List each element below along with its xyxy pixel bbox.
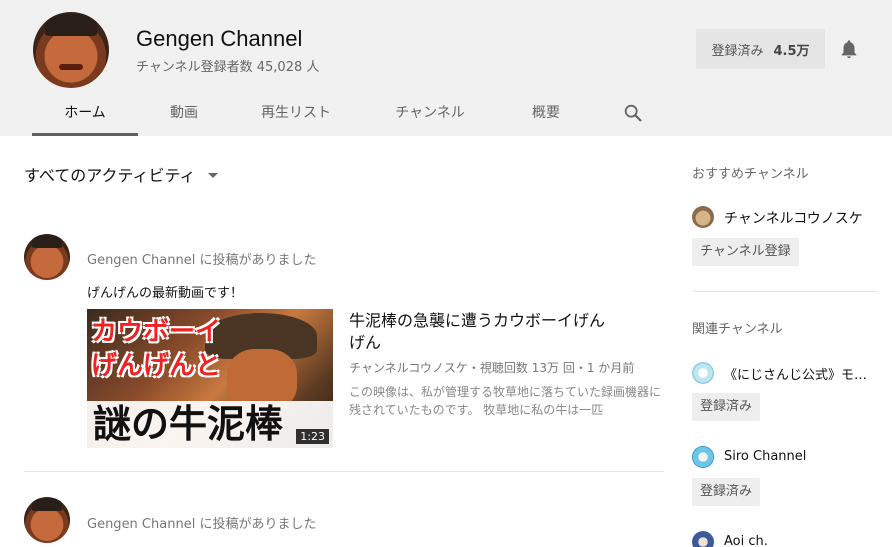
featured-channel-name[interactable]: チャンネルコウノスケ (724, 208, 863, 228)
post-author-avatar[interactable] (24, 497, 70, 543)
post-author[interactable]: Gengen Channel (87, 517, 195, 532)
channel-name: Gengen Channel (136, 26, 303, 51)
related-channel-name[interactable]: 《にじさんじ公式》モ… (724, 364, 867, 383)
video-description: この映像は、私が管理する牧草地に落ちていた録画機器に残されていたものです。 牧草… (349, 385, 662, 417)
tab-channels[interactable]: チャンネル (392, 100, 468, 136)
subscribed-label: 登録済み (711, 43, 764, 59)
bell-icon[interactable] (838, 38, 860, 60)
activity-filter-dropdown[interactable]: すべてのアクティビティ (24, 162, 218, 186)
thumbnail-text-2: げんげんと (91, 351, 222, 381)
featured-channels-heading: おすすめチャンネル (692, 167, 809, 182)
subscribed-button[interactable]: 登録済み 4.5万 (696, 29, 825, 69)
post-meta: Gengen Channel に投稿がありました (87, 513, 316, 532)
subscribe-button[interactable]: チャンネル登録 (692, 238, 799, 266)
related-channel-name[interactable]: Aoi ch. (724, 534, 768, 547)
video-title[interactable]: 牛泥棒の急襲に遭うカウボーイげんげん (349, 310, 619, 354)
tab-home[interactable]: ホーム (32, 100, 138, 136)
post-text: げんげんの最新動画です！ (87, 286, 244, 301)
post-author[interactable]: Gengen Channel (87, 253, 195, 268)
post-action: に投稿がありました (195, 253, 317, 268)
post-meta: Gengen Channel に投稿がありました (87, 249, 316, 268)
caret-down-icon (207, 172, 218, 178)
channel-avatar[interactable] (692, 446, 714, 468)
channel-avatar[interactable] (692, 362, 714, 384)
video-duration: 1:23 (296, 429, 329, 444)
channel-header: Gengen Channel チャンネル登録者数 45,028 人 登録済み 4… (0, 0, 892, 136)
channel-avatar[interactable] (33, 12, 109, 88)
video-meta: チャンネルコウノスケ・視聴回数 13万 回・1 か月前 (349, 361, 635, 375)
tab-videos[interactable]: 動画 (164, 100, 204, 136)
activity-filter-label: すべてのアクティビティ (24, 166, 196, 185)
tab-about[interactable]: 概要 (526, 100, 566, 136)
related-channels-heading: 関連チャンネル (692, 322, 783, 337)
subscriber-count: チャンネル登録者数 45,028 人 (136, 60, 320, 75)
video-thumbnail[interactable]: カウボーイ げんげんと 謎の牛泥棒 1:23 (87, 309, 333, 448)
subscribed-button[interactable]: 登録済み (692, 393, 761, 421)
sidebar-divider (692, 291, 878, 292)
tab-playlists[interactable]: 再生リスト (258, 100, 334, 136)
subscribed-count: 4.5万 (773, 43, 810, 59)
thumbnail-text-1: カウボーイ (91, 317, 222, 347)
post-divider (24, 471, 664, 472)
related-channel-name[interactable]: Siro Channel (724, 449, 806, 464)
subscribed-button[interactable]: 登録済み (692, 478, 761, 506)
search-icon[interactable] (622, 102, 644, 124)
post-action: に投稿がありました (195, 517, 317, 532)
post-author-avatar[interactable] (24, 234, 70, 280)
channel-avatar[interactable] (692, 206, 714, 228)
channel-avatar[interactable] (692, 531, 714, 547)
